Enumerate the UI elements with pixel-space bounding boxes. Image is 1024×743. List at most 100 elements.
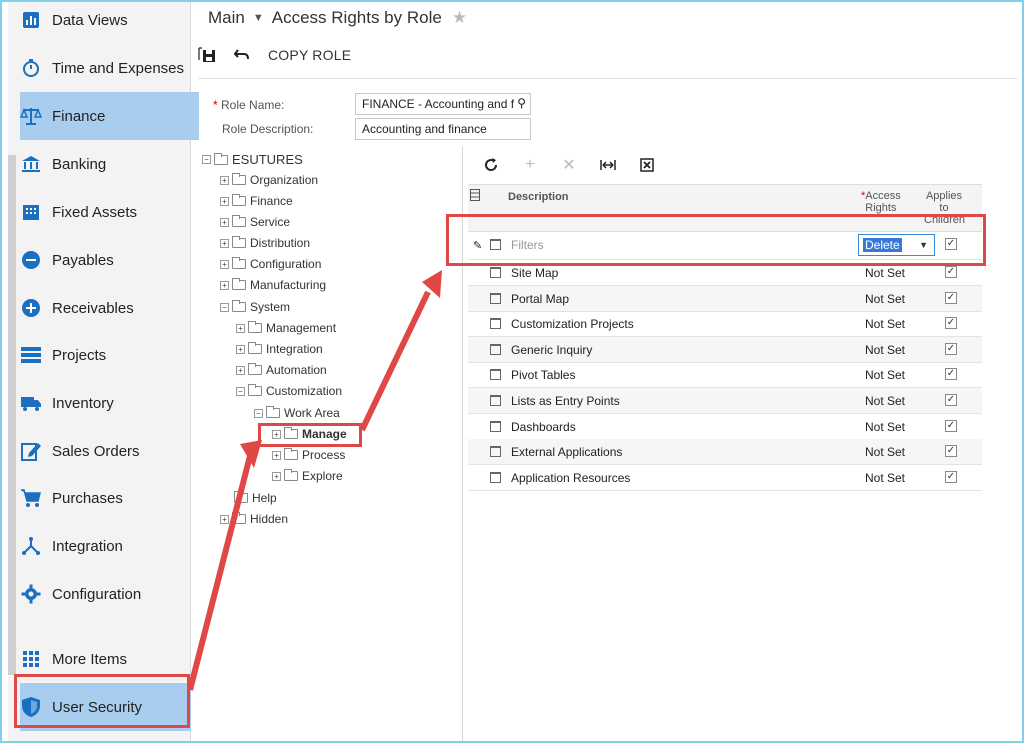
tree-node-integration[interactable]: + Integration — [236, 342, 323, 356]
table-row[interactable]: Generic Inquiry Not Set ✓ — [468, 336, 982, 363]
add-row-button[interactable]: + — [517, 152, 543, 178]
applies-checkbox[interactable]: ✓ — [945, 266, 957, 278]
chevron-down-icon[interactable]: ▼ — [919, 240, 928, 250]
tree-node-manufacturing[interactable]: + Manufacturing — [220, 278, 326, 292]
fit-columns-button[interactable] — [595, 152, 621, 178]
expand-icon[interactable]: + — [220, 217, 229, 227]
save-button[interactable] — [198, 42, 216, 68]
expand-icon[interactable]: + — [220, 514, 229, 524]
row-access-rights[interactable]: Not Set — [865, 471, 905, 485]
tree-node-esutures[interactable]: − ESUTURES — [202, 152, 303, 167]
expand-icon[interactable]: + — [220, 280, 229, 290]
collapse-icon[interactable]: − — [254, 408, 263, 418]
expand-icon[interactable]: + — [236, 365, 245, 375]
row-selector[interactable] — [490, 292, 501, 304]
copy-role-button[interactable]: COPY ROLE — [268, 42, 351, 68]
row-access-rights[interactable]: Not Set — [865, 266, 905, 280]
access-rights-dropdown[interactable]: Delete ▼ — [858, 234, 935, 256]
sidebar-item-purchases[interactable]: Purchases — [20, 474, 191, 522]
expand-icon[interactable]: + — [236, 344, 245, 354]
expand-icon[interactable]: + — [272, 429, 281, 439]
sidebar-item-data-views[interactable]: Data Views — [20, 0, 191, 44]
role-description-input[interactable]: Accounting and finance — [355, 118, 531, 140]
star-icon[interactable]: ★ — [452, 8, 467, 28]
sidebar-item-integration[interactable]: Integration — [20, 522, 191, 570]
table-row[interactable]: Pivot Tables Not Set ✓ — [468, 362, 982, 389]
sidebar-item-user-security[interactable]: User Security — [20, 683, 191, 731]
sidebar-item-projects[interactable]: Projects — [20, 331, 191, 379]
tree-node-configuration[interactable]: + Configuration — [220, 257, 321, 271]
row-selector[interactable] — [490, 239, 501, 250]
tree-node-automation[interactable]: + Automation — [236, 363, 327, 377]
table-row[interactable]: Site Map Not Set ✓ — [468, 260, 982, 286]
sidebar-item-finance[interactable]: Finance — [20, 92, 199, 140]
sidebar-item-time-and-expenses[interactable]: Time and Expenses — [20, 44, 191, 92]
applies-checkbox[interactable]: ✓ — [945, 470, 957, 483]
row-access-rights[interactable]: Not Set — [865, 343, 905, 357]
refresh-button[interactable] — [478, 152, 504, 178]
row-selector[interactable] — [490, 471, 501, 483]
applies-checkbox[interactable]: ✓ — [945, 291, 957, 304]
row-access-rights[interactable]: Not Set — [865, 445, 905, 459]
sidebar-item-more-items[interactable]: More Items — [20, 635, 191, 683]
applies-checkbox[interactable]: ✓ — [945, 368, 957, 381]
tree-node-organization[interactable]: + Organization — [220, 173, 318, 187]
row-selector[interactable] — [490, 420, 501, 432]
applies-checkbox[interactable]: ✓ — [945, 394, 957, 406]
tree-node-customization[interactable]: − Customization — [236, 384, 342, 398]
expand-icon[interactable]: + — [220, 175, 229, 185]
sidebar-item-payables[interactable]: Payables — [20, 236, 191, 284]
tree-node-finance[interactable]: + Finance — [220, 194, 293, 208]
row-selector[interactable] — [490, 343, 501, 355]
row-selector[interactable] — [490, 369, 501, 381]
expand-icon[interactable]: + — [220, 238, 229, 248]
expand-icon[interactable]: + — [220, 259, 229, 269]
sidebar-item-sales-orders[interactable]: Sales Orders — [20, 427, 191, 475]
column-chooser-icon[interactable] — [470, 189, 480, 204]
tree-node-manage[interactable]: + Manage — [272, 427, 347, 441]
search-icon[interactable]: ⚲ — [517, 96, 526, 110]
row-access-rights[interactable]: Not Set — [865, 292, 905, 306]
expand-icon[interactable]: + — [272, 471, 281, 481]
tree-node-work-area[interactable]: − Work Area — [254, 406, 340, 420]
table-row[interactable]: Lists as Entry Points Not Set ✓ — [468, 388, 982, 414]
expand-icon[interactable]: + — [272, 450, 281, 460]
tree-node-service[interactable]: + Service — [220, 215, 290, 229]
tree-node-distribution[interactable]: + Distribution — [220, 236, 310, 250]
applies-checkbox[interactable]: ✓ — [945, 317, 957, 330]
row-access-rights[interactable]: Not Set — [865, 420, 905, 434]
row-access-rights[interactable]: Not Set — [865, 317, 905, 331]
expand-icon[interactable]: + — [236, 323, 245, 333]
applies-checkbox[interactable]: ✓ — [945, 419, 957, 432]
column-header-description[interactable]: Description — [508, 191, 569, 203]
row-selector[interactable] — [490, 318, 501, 330]
chevron-down-icon[interactable]: ▼ — [253, 12, 264, 24]
sidebar-item-configuration[interactable]: Configuration — [20, 570, 191, 618]
collapse-icon[interactable]: − — [236, 386, 245, 396]
table-row[interactable]: Application Resources Not Set ✓ — [468, 465, 982, 491]
row-selector[interactable] — [490, 395, 501, 406]
sidebar-item-banking[interactable]: Banking — [20, 140, 191, 188]
breadcrumb-main[interactable]: Main — [208, 8, 245, 28]
tree-node-explore[interactable]: + Explore — [272, 469, 343, 483]
column-header-access-rights[interactable]: *Access Rights — [861, 190, 901, 214]
filter-row[interactable]: ✎ Filters Delete ▼ ✓ — [468, 232, 982, 260]
undo-button[interactable] — [234, 42, 250, 68]
table-row[interactable]: Dashboards Not Set ✓ — [468, 414, 982, 440]
export-excel-button[interactable] — [634, 152, 660, 178]
tree-node-process[interactable]: + Process — [272, 448, 345, 462]
row-access-rights[interactable]: Not Set — [865, 368, 905, 382]
applies-checkbox[interactable]: ✓ — [945, 445, 957, 458]
row-access-rights[interactable]: Not Set — [865, 394, 905, 408]
row-selector[interactable] — [490, 267, 501, 278]
table-row[interactable]: Portal Map Not Set ✓ — [468, 285, 982, 312]
table-row[interactable]: External Applications Not Set ✓ — [468, 439, 982, 466]
delete-row-button[interactable]: ✕ — [556, 152, 582, 178]
applies-checkbox[interactable]: ✓ — [945, 238, 957, 250]
tree-node-system[interactable]: − System — [220, 300, 290, 314]
row-selector[interactable] — [490, 446, 501, 458]
applies-checkbox[interactable]: ✓ — [945, 342, 957, 355]
collapse-icon[interactable]: − — [202, 155, 211, 164]
sidebar-item-inventory[interactable]: Inventory — [20, 379, 191, 427]
sidebar-item-fixed-assets[interactable]: Fixed Assets — [20, 188, 191, 236]
